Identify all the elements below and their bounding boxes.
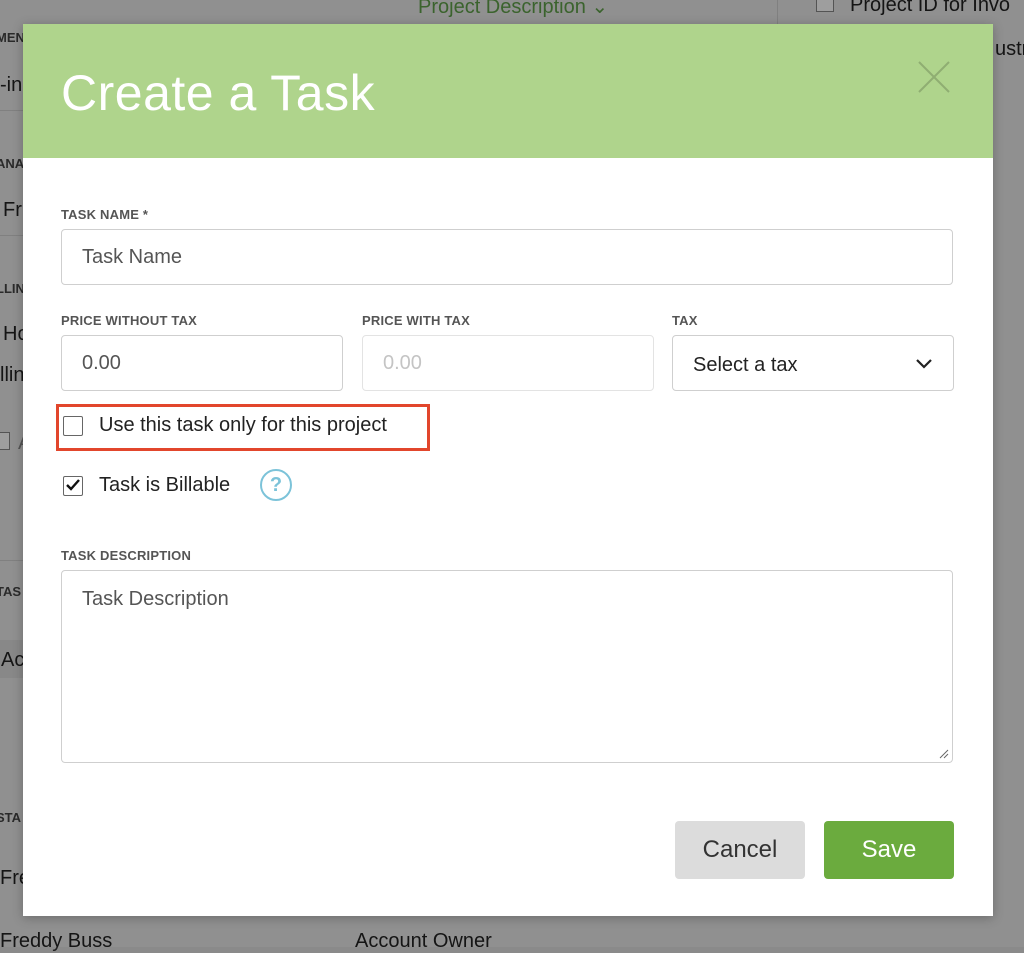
task-description-textarea[interactable] — [61, 570, 953, 763]
cancel-button[interactable]: Cancel — [675, 821, 805, 879]
save-button[interactable]: Save — [824, 821, 954, 879]
tax-label: TAX — [672, 313, 698, 328]
billable-checkbox[interactable] — [63, 475, 83, 496]
tax-select[interactable]: Select a tax — [672, 335, 954, 391]
chevron-down-icon — [916, 359, 932, 369]
project-only-option[interactable]: Use this task only for this project — [63, 414, 387, 437]
tax-select-value: Select a tax — [693, 354, 798, 376]
price-with-tax-label: PRICE WITH TAX — [362, 313, 470, 328]
close-button[interactable] — [916, 59, 952, 95]
close-icon — [918, 61, 950, 93]
project-only-label: Use this task only for this project — [99, 414, 387, 436]
billable-option[interactable]: Task is Billable — [63, 474, 230, 497]
price-with-tax-input — [362, 335, 654, 391]
create-task-modal: Create a Task TASK NAME * PRICE WITHOUT … — [23, 24, 993, 916]
project-only-checkbox[interactable] — [63, 415, 83, 436]
resize-grip-icon[interactable] — [939, 749, 949, 759]
billable-label: Task is Billable — [99, 474, 231, 496]
checkmark-icon — [66, 478, 80, 491]
help-icon[interactable]: ? — [260, 469, 292, 501]
modal-header: Create a Task — [23, 24, 993, 158]
task-name-input[interactable] — [61, 229, 953, 285]
task-description-label: TASK DESCRIPTION — [61, 548, 192, 563]
price-without-tax-input[interactable] — [61, 335, 343, 391]
modal-title: Create a Task — [61, 65, 376, 121]
task-name-label: TASK NAME * — [61, 207, 149, 222]
price-without-tax-label: PRICE WITHOUT TAX — [61, 313, 198, 328]
